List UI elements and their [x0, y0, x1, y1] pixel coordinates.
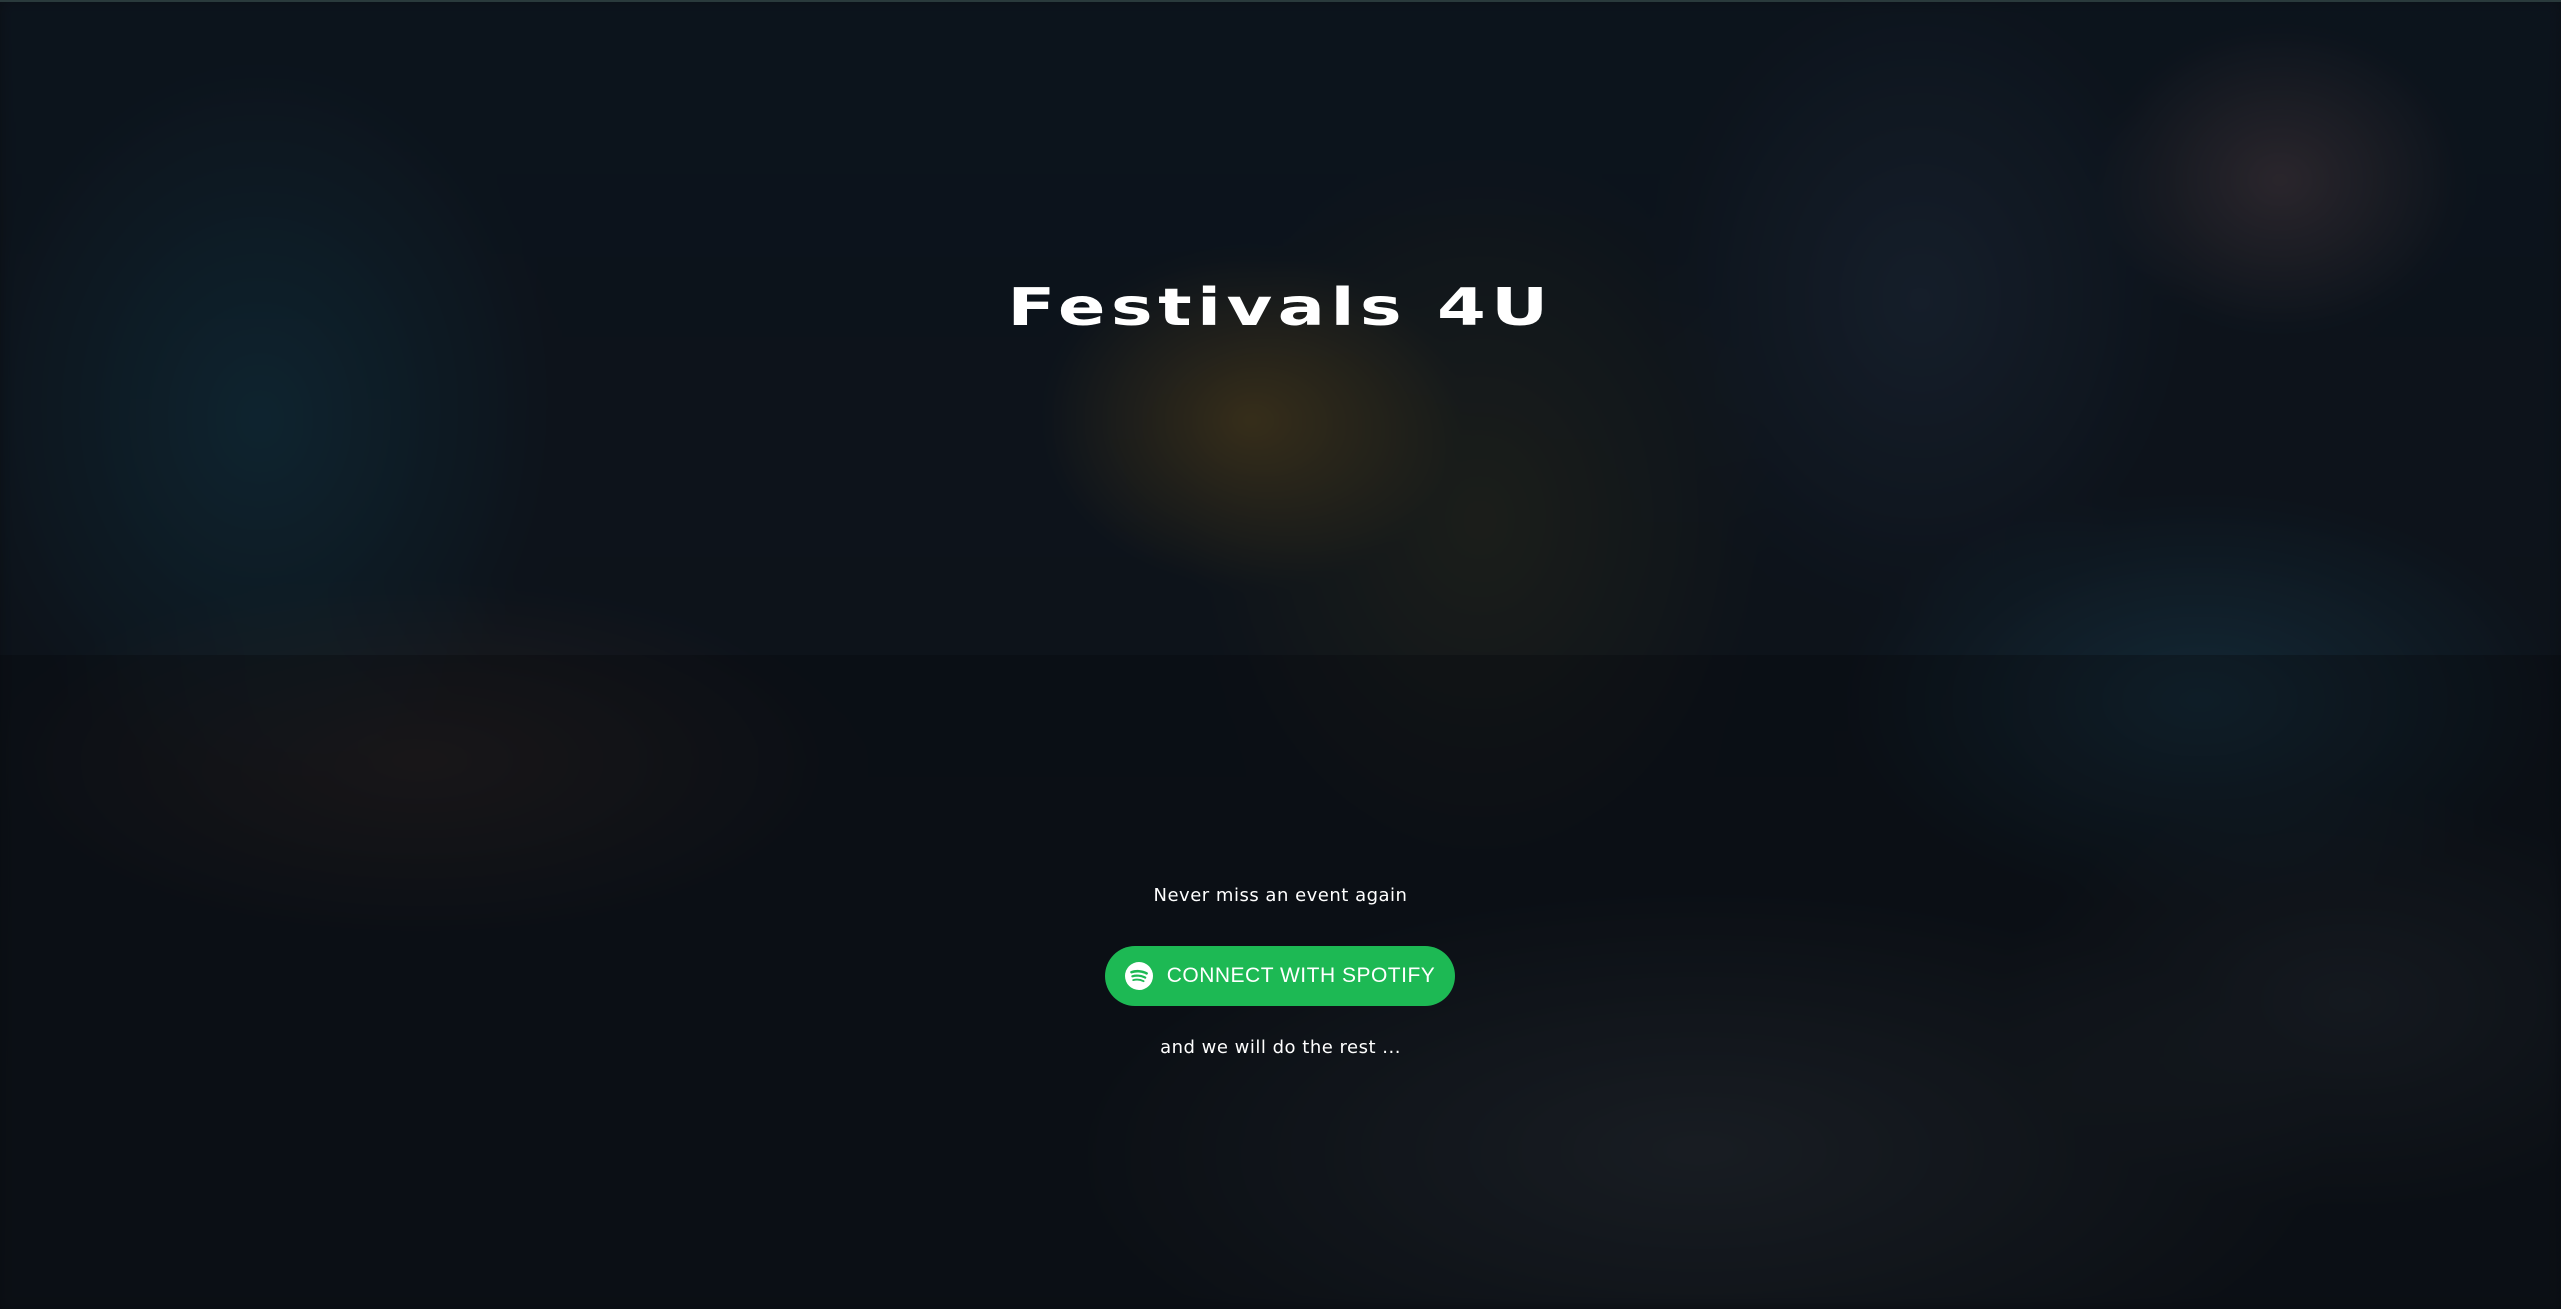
tagline-text: Never miss an event again [1153, 885, 1408, 906]
landing-page: Festivals 4U Never miss an event again C… [0, 0, 2561, 1309]
connect-spotify-button[interactable]: CONNECT WITH SPOTIFY [1105, 946, 1455, 1006]
subline-text: and we will do the rest ... [1160, 1037, 1401, 1058]
site-title: Festivals 4U [1007, 278, 1554, 338]
connect-spotify-label: CONNECT WITH SPOTIFY [1166, 964, 1436, 987]
spotify-icon [1124, 962, 1153, 990]
top-edge-divider [0, 0, 2561, 2]
